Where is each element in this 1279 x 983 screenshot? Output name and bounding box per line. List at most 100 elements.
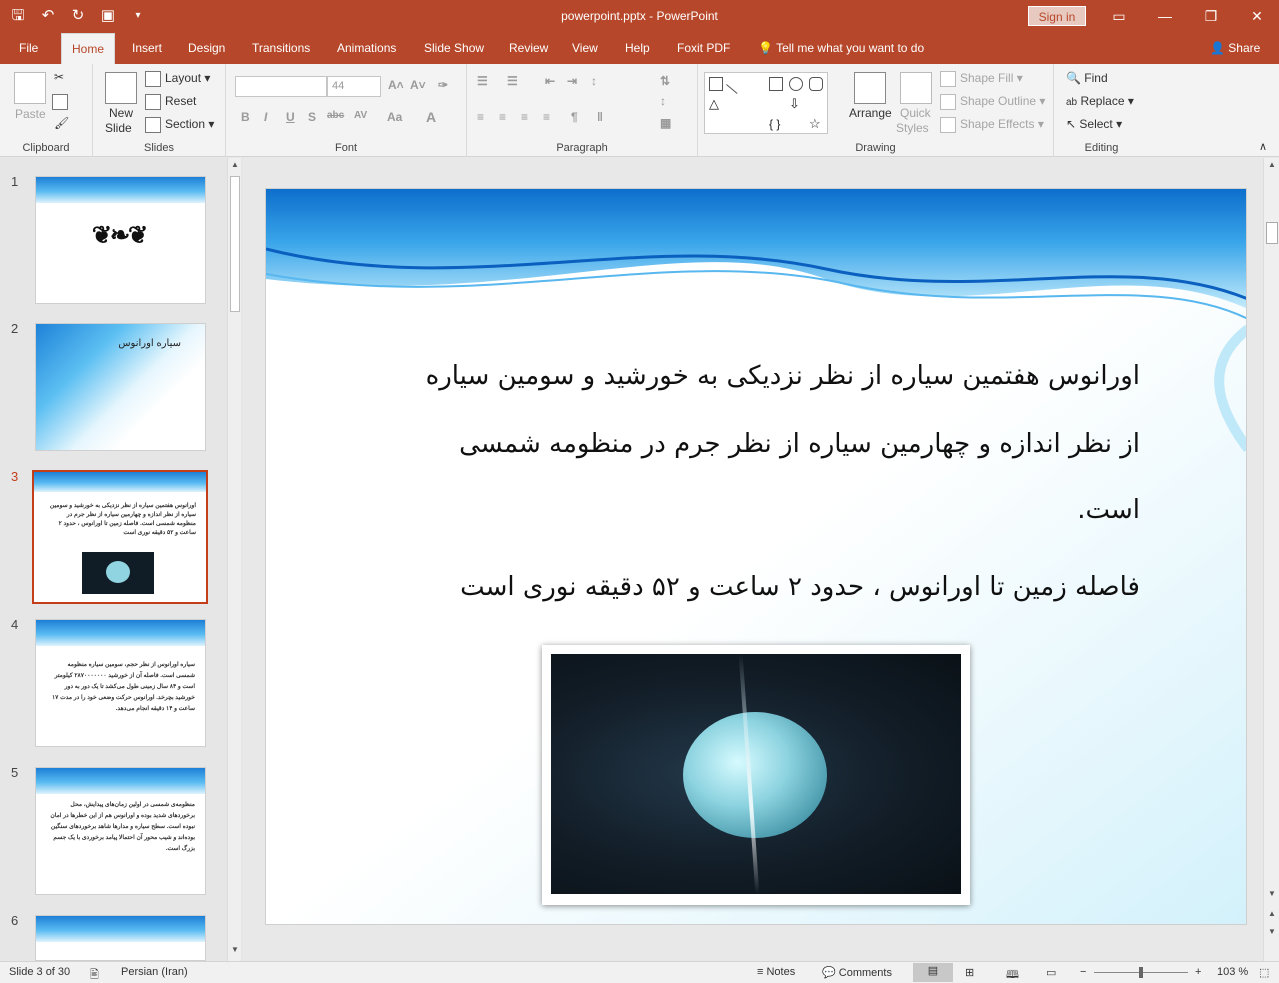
line-shape-icon[interactable]: [726, 74, 746, 94]
fit-slide-icon[interactable]: ⬚: [1259, 966, 1269, 979]
slide-thumbnail-6[interactable]: [35, 915, 206, 961]
current-slide[interactable]: اورانوس هفتمین سیاره از نظر نزدیکی به خو…: [265, 188, 1247, 925]
strikethrough-button[interactable]: abc: [327, 110, 344, 121]
close-icon[interactable]: ✕: [1242, 4, 1272, 28]
language-indicator[interactable]: Persian (Iran): [121, 966, 188, 978]
shrink-font-icon[interactable]: A˅: [410, 78, 426, 92]
reset-button[interactable]: Reset: [145, 94, 196, 110]
tab-review[interactable]: Review: [509, 33, 548, 64]
new-slide-button-2[interactable]: Slide: [105, 121, 132, 135]
shapes-gallery[interactable]: △ ⇩ { } ☆: [704, 72, 828, 134]
reading-view-icon[interactable]: 🕮: [1006, 966, 1019, 983]
slide-thumbnail-5[interactable]: منظومه‌ی شمسی در اولین زمان‌های پیدایش، …: [35, 767, 206, 895]
thumbnails-scrollbar[interactable]: ▲ ▼: [227, 158, 241, 961]
text-shadow-button[interactable]: S: [308, 110, 316, 124]
zoom-level[interactable]: 103 %: [1217, 966, 1248, 978]
tab-help[interactable]: Help: [625, 33, 650, 64]
tell-me-box[interactable]: 💡 Tell me what you want to do: [758, 33, 924, 64]
arrange-icon[interactable]: [854, 72, 886, 104]
arrow-shape-icon[interactable]: ⇩: [789, 97, 803, 111]
slideshow-icon[interactable]: ▭: [1046, 966, 1056, 979]
zoom-in-button[interactable]: +: [1195, 966, 1201, 978]
line-spacing-icon[interactable]: ↕: [591, 74, 597, 88]
spell-check-icon[interactable]: 🖹: [90, 966, 99, 983]
notes-button[interactable]: ≡ Notes: [757, 966, 795, 978]
shape-fill-button[interactable]: Shape Fill ▾: [940, 71, 1023, 87]
align-right-icon[interactable]: ≡: [521, 110, 528, 124]
clear-formatting-icon[interactable]: ✑: [438, 78, 448, 92]
tab-foxit-pdf[interactable]: Foxit PDF: [677, 33, 730, 64]
tab-slide-show[interactable]: Slide Show: [424, 33, 484, 64]
triangle-shape-icon[interactable]: △: [709, 97, 723, 111]
quick-styles-button[interactable]: Quick: [900, 106, 931, 120]
tab-animations[interactable]: Animations: [337, 33, 396, 64]
scroll-up-icon[interactable]: ▲: [1267, 160, 1277, 172]
replace-button[interactable]: ab Replace ▾: [1066, 94, 1134, 108]
slide-thumbnail-4[interactable]: سیاره اورانوس از نظر حجم، سومین سیاره من…: [35, 619, 206, 747]
sign-in-button[interactable]: Sign in: [1028, 6, 1086, 26]
scroll-up-icon[interactable]: ▲: [230, 160, 240, 172]
grow-font-icon[interactable]: A˄: [388, 78, 404, 92]
new-slide-icon[interactable]: [105, 72, 137, 104]
columns-icon[interactable]: ‖: [597, 110, 603, 124]
previous-slide-icon[interactable]: ▲: [1267, 909, 1277, 921]
tab-view[interactable]: View: [572, 33, 598, 64]
convert-smartart-icon[interactable]: ▦: [660, 116, 671, 130]
arrange-button[interactable]: Arrange: [849, 106, 892, 120]
change-case-button[interactable]: Aa: [387, 110, 402, 124]
justify-icon[interactable]: ≡: [543, 110, 550, 124]
increase-indent-icon[interactable]: ⇥: [567, 74, 577, 88]
slide-sorter-icon[interactable]: ⊞: [965, 966, 974, 979]
underline-button[interactable]: U: [286, 110, 295, 124]
collapse-ribbon-icon[interactable]: ∧: [1259, 140, 1267, 153]
next-slide-icon[interactable]: ▼: [1267, 927, 1277, 939]
editor-scrollbar[interactable]: ▲ ▼ ▲ ▼: [1263, 158, 1279, 961]
layout-button[interactable]: Layout ▾: [145, 71, 210, 87]
slide-thumbnail-2[interactable]: سیاره اورانوس: [35, 323, 206, 451]
paste-button[interactable]: Paste: [15, 107, 46, 121]
format-painter-icon[interactable]: 🖌: [54, 116, 69, 130]
bullets-icon[interactable]: ☰: [477, 74, 488, 88]
align-center-icon[interactable]: ≡: [499, 110, 506, 124]
zoom-slider-knob[interactable]: [1139, 967, 1143, 978]
bold-button[interactable]: B: [241, 110, 250, 124]
section-button[interactable]: Section ▾: [145, 117, 214, 133]
find-button[interactable]: 🔍 Find: [1066, 71, 1108, 85]
font-color-button[interactable]: A: [426, 109, 436, 125]
comments-button[interactable]: 💬 Comments: [822, 966, 892, 979]
normal-view-icon[interactable]: ▤: [913, 963, 953, 982]
scroll-down-icon[interactable]: ▼: [1267, 889, 1277, 901]
select-button[interactable]: ↖ Select ▾: [1066, 117, 1122, 131]
cut-icon[interactable]: ✂: [54, 70, 64, 84]
scrollbar-thumb[interactable]: [1266, 222, 1278, 244]
scrollbar-thumb[interactable]: [230, 176, 240, 312]
ribbon-display-icon[interactable]: ▭: [1104, 4, 1134, 28]
tab-file[interactable]: File: [19, 33, 38, 64]
share-button[interactable]: 👤 Share: [1210, 33, 1260, 64]
text-direction-icon[interactable]: ⇅: [660, 74, 670, 88]
align-left-icon[interactable]: ≡: [477, 110, 484, 124]
shape-effects-button[interactable]: Shape Effects ▾: [940, 117, 1044, 133]
textbox-shape-icon[interactable]: [709, 77, 723, 91]
slide-thumbnail-3[interactable]: اورانوس هفتمین سیاره از نظر نزدیکی به خو…: [32, 470, 208, 604]
font-size-combo[interactable]: 44: [327, 76, 381, 97]
decrease-indent-icon[interactable]: ⇤: [545, 74, 555, 88]
quick-styles-icon[interactable]: [900, 72, 932, 104]
tab-insert[interactable]: Insert: [132, 33, 162, 64]
brace-shape-icon[interactable]: { }: [769, 117, 783, 131]
rectangle-shape-icon[interactable]: [769, 77, 783, 91]
minimize-icon[interactable]: —: [1150, 4, 1180, 28]
copy-icon[interactable]: [52, 94, 72, 110]
zoom-out-button[interactable]: −: [1080, 966, 1086, 978]
quick-styles-button-2[interactable]: Styles: [896, 121, 929, 135]
scroll-down-icon[interactable]: ▼: [230, 945, 240, 957]
slide-image-frame[interactable]: [542, 645, 970, 905]
paste-icon[interactable]: [14, 72, 46, 104]
new-slide-button[interactable]: New: [109, 106, 133, 120]
tab-home[interactable]: Home: [61, 33, 116, 64]
oval-shape-icon[interactable]: [789, 77, 803, 91]
character-spacing-button[interactable]: AV: [354, 110, 367, 121]
font-name-combo[interactable]: [235, 76, 327, 97]
rtl-icon[interactable]: ¶: [571, 110, 578, 124]
italic-button[interactable]: I: [264, 110, 267, 124]
